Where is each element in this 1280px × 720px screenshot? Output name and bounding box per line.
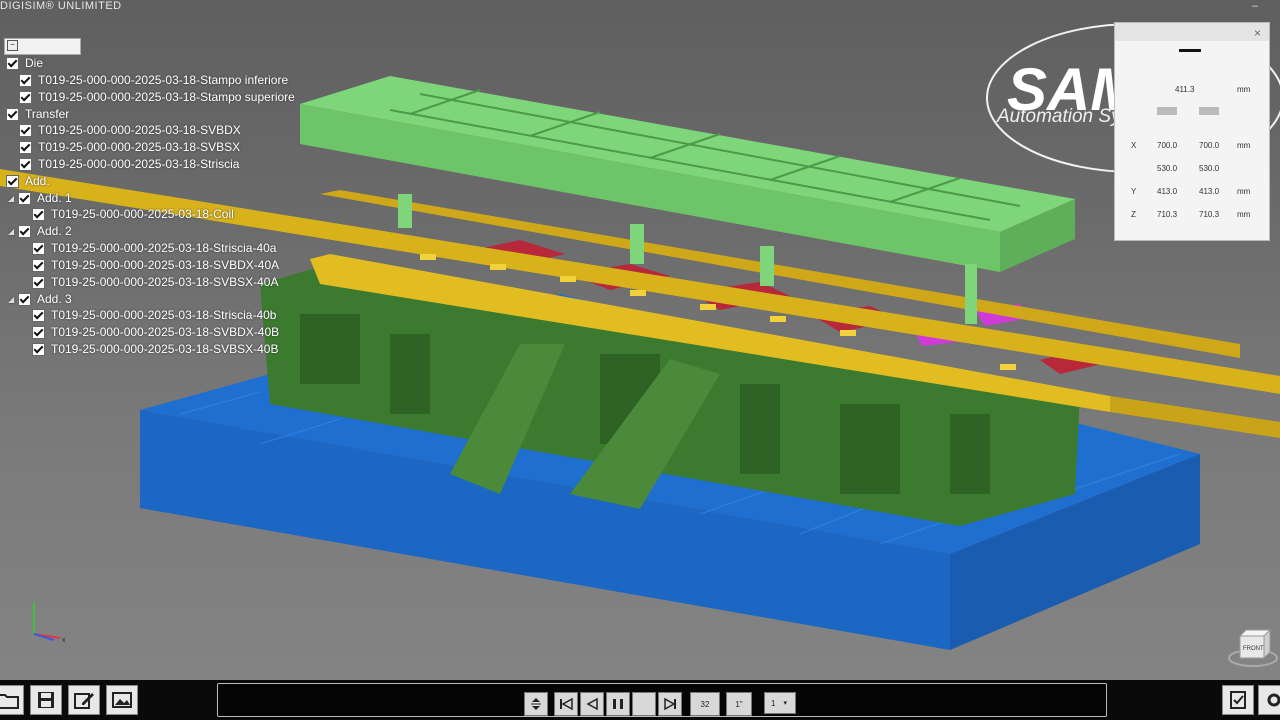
edit-icon[interactable] [68,685,100,715]
folder-icon[interactable] [0,685,24,715]
checkbox[interactable] [32,325,45,339]
measure-panel: × 411.3 mm X 700.0 700.0 mm 530.0 530.0 … [1114,22,1270,241]
checkbox[interactable] [18,224,31,238]
tree-group-add[interactable]: Add. [6,173,50,189]
checkbox[interactable] [32,241,45,255]
stop-button[interactable] [632,692,656,716]
expand-icon[interactable]: ◢ [8,194,16,203]
measure-row: 530.0 530.0 [1157,164,1220,173]
tree-item[interactable]: T019-25-000-000-2025-03-18-Striscia-40b [32,307,276,323]
checklist-icon[interactable] [1222,685,1254,715]
measure-row: Y 413.0 413.0 mm [1131,187,1251,196]
panel-toggle[interactable] [1157,107,1177,115]
measure-panel-header [1115,23,1269,41]
tree-item[interactable]: T019-25-000-000-2025-03-18-Stampo inferi… [19,72,288,88]
panel-handle [1179,49,1201,52]
step-select[interactable]: 1 ▾ [764,692,796,714]
checkbox[interactable] [19,90,32,104]
bottom-toolbar: 32 1" 1 ▾ [0,680,1280,720]
tree-item[interactable]: T019-25-000-000-2025-03-18-Striscia-40a [32,240,276,256]
view-cube[interactable]: FRONT [1228,626,1278,668]
skip-start-icon[interactable] [554,692,578,716]
checkbox[interactable] [19,73,32,87]
frame-field[interactable]: 32 [690,692,720,716]
tree-search-field[interactable]: − [4,38,81,55]
cube-face-label: FRONT [1243,646,1264,652]
checkbox[interactable] [18,292,31,306]
step-back-icon[interactable] [580,692,604,716]
panel-toggle[interactable] [1199,107,1219,115]
tree-item[interactable]: T019-25-000-000-2025-03-18-SVBSX-40B [32,341,278,357]
tree-item[interactable]: T019-25-000-000-2025-03-18-SVBDX [19,122,241,138]
save-icon[interactable] [30,685,62,715]
close-icon[interactable]: × [1254,26,1261,40]
tree-subgroup-add-3[interactable]: ◢ Add. 3 [8,291,72,307]
tree-item[interactable]: T019-25-000-000-2025-03-18-SVBSX-40A [32,274,278,290]
transfer-rail-right [1110,396,1280,438]
collapse-icon[interactable]: − [7,40,18,51]
tree-item[interactable]: T019-25-000-000-2025-03-18-SVBSX [19,139,240,155]
export-image-icon[interactable] [106,685,138,715]
measure-row: X 700.0 700.0 mm [1131,141,1251,150]
expand-icon[interactable]: ◢ [8,295,16,304]
checkbox[interactable] [6,174,19,188]
checkbox[interactable] [32,342,45,356]
tree-item[interactable]: T019-25-000-000-2025-03-18-Striscia [19,156,239,172]
checkbox[interactable] [32,275,45,289]
axis-triad: x [33,602,66,644]
checkbox[interactable] [32,207,45,221]
app-title: DIGISIM® UNLIMITED [0,0,122,12]
settings-icon[interactable] [1258,685,1280,715]
playback-panel: 32 1" 1 ▾ [217,683,1107,717]
checkbox[interactable] [32,308,45,322]
tree-group-transfer[interactable]: Transfer [6,106,69,122]
checkbox[interactable] [19,157,32,171]
speed-field[interactable]: 1" [726,692,752,716]
tree-subgroup-add-1[interactable]: ◢ Add. 1 [8,190,72,206]
fit-view-icon[interactable] [524,692,548,716]
measure-row: 411.3 mm [1175,85,1251,94]
checkbox[interactable] [6,56,19,70]
checkbox[interactable] [32,258,45,272]
checkbox[interactable] [19,140,32,154]
pause-icon[interactable] [606,692,630,716]
expand-icon[interactable]: ◢ [8,227,16,236]
measure-row: Z 710.3 710.3 mm [1131,210,1251,219]
tree-subgroup-add-2[interactable]: ◢ Add. 2 [8,223,72,239]
checkbox[interactable] [18,191,31,205]
checkbox[interactable] [19,123,32,137]
tree-group-die[interactable]: Die [6,55,43,71]
tree-item[interactable]: T019-25-000-000-2025-03-18-SVBDX-40B [32,324,279,340]
tree-item[interactable]: T019-25-000-000-2025-03-18-Stampo superi… [19,89,295,105]
chevron-down-icon: ▾ [783,700,787,707]
checkbox[interactable] [6,107,19,121]
play-icon[interactable] [658,692,682,716]
tree-item[interactable]: T019-25-000-000-2025-03-18-SVBDX-40A [32,257,279,273]
tree-item[interactable]: T019-25-000-000-2025-03-18-Coil [32,206,234,222]
svg-text:x: x [62,637,66,644]
